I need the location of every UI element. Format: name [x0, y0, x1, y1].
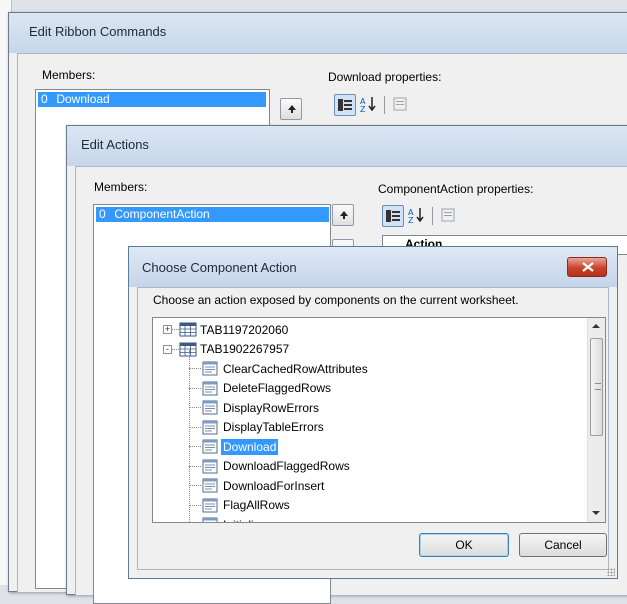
tree-connector-line: [189, 407, 201, 408]
tree-vertical-scrollbar[interactable]: [587, 318, 605, 522]
resize-grip-icon[interactable]: [607, 568, 615, 576]
tree-connector-line: [172, 348, 179, 350]
ribbon-move-up-button[interactable]: [280, 98, 302, 120]
property-pages-icon: [441, 208, 455, 222]
tree-item-label: Initialize: [221, 517, 268, 522]
tree-node[interactable]: - TAB1902267957: [163, 340, 291, 359]
tree-connector-line: [189, 465, 201, 467]
actions-properties-label: ComponentAction properties:: [378, 182, 534, 196]
tree-item-label: TAB1197202060: [200, 322, 289, 337]
choose-component-action-dialog: Choose Component Action Choose an action…: [128, 246, 618, 579]
tree-item-label: Download: [221, 438, 279, 455]
tree-connector-line: [172, 329, 179, 330]
toolbar-separator: [432, 207, 433, 225]
tree-item-label: DownloadForInsert: [223, 478, 325, 493]
alphabetical-view-button[interactable]: A Z: [406, 205, 428, 227]
tree-leaf-item[interactable]: DisplayTableErrors: [189, 418, 326, 437]
categorized-icon: [386, 210, 400, 222]
choose-instruction: Choose an action exposed by components o…: [153, 293, 519, 307]
tree-connector-line: [189, 350, 190, 522]
cancel-button[interactable]: Cancel: [519, 533, 607, 557]
grip-icon: [595, 383, 601, 390]
property-pages-button[interactable]: [390, 94, 412, 116]
choose-titlebar: Choose Component Action: [129, 247, 617, 287]
up-arrow-icon: [340, 211, 348, 219]
categorized-view-button[interactable]: [382, 205, 404, 227]
scrollbar-thumb[interactable]: [590, 338, 603, 436]
action-icon: [202, 498, 218, 512]
ribbon-property-toolbar: A Z: [334, 94, 424, 116]
close-button[interactable]: [567, 257, 607, 277]
tree-leaf-item[interactable]: Initialize: [189, 515, 268, 522]
tree-item-label: ClearCachedRowAttributes: [223, 361, 368, 376]
categorized-view-button[interactable]: [334, 94, 356, 116]
tree-leaf-item[interactable]: Download: [189, 437, 279, 456]
tree-item-label: DeleteFlaggedRows: [223, 381, 332, 396]
action-icon: [202, 400, 218, 415]
tree-leaf-item[interactable]: DisplayRowErrors: [189, 398, 321, 417]
tree-item-label: DisplayRowErrors: [223, 400, 320, 415]
tree-leaf-item[interactable]: DownloadForInsert: [189, 476, 326, 495]
action-icon: [202, 381, 218, 395]
up-arrow-icon: [288, 105, 296, 113]
member-index: 0: [41, 92, 48, 106]
scroll-down-arrow-icon[interactable]: [592, 511, 600, 515]
choose-dialog-title: Choose Component Action: [142, 260, 297, 275]
alphabetical-view-button[interactable]: A Z: [358, 94, 380, 116]
tree-leaf-item[interactable]: DownloadFlaggedRows: [189, 457, 352, 476]
ribbon-members-label: Members:: [42, 68, 96, 82]
member-name: Download: [56, 92, 110, 106]
svg-text:Z: Z: [360, 105, 366, 114]
categorized-icon: [338, 99, 352, 111]
member-name: ComponentAction: [114, 207, 210, 221]
tree-leaf-item[interactable]: ClearCachedRowAttributes: [189, 359, 370, 378]
tree-item-label: DownloadFlaggedRows: [223, 459, 350, 474]
component-action-tree[interactable]: + TAB1197202060 - TAB1902267957 ClearCachedR…: [152, 317, 606, 523]
collapse-icon[interactable]: -: [163, 344, 172, 354]
action-icon: [202, 439, 218, 454]
ribbon-properties-label: Download properties:: [328, 70, 442, 84]
close-icon: [582, 262, 594, 272]
actions-dialog-title: Edit Actions: [81, 137, 149, 152]
property-pages-icon: [393, 97, 407, 111]
property-pages-button[interactable]: [438, 205, 460, 227]
tree-connector-line: [189, 368, 201, 369]
tree-connector-line: [189, 387, 201, 389]
ribbon-member-row[interactable]: 0 Download: [38, 92, 266, 107]
action-icon: [202, 361, 218, 376]
tree-connector-line: [189, 504, 201, 506]
table-icon: [179, 322, 197, 337]
actions-titlebar: Edit Actions: [67, 126, 627, 166]
action-icon: [202, 517, 218, 522]
svg-text:Z: Z: [408, 216, 414, 225]
member-index: 0: [99, 207, 106, 221]
tree-leaf-item[interactable]: FlagAllRows: [189, 496, 292, 515]
actions-members-label: Members:: [94, 180, 148, 194]
tree-connector-line: [189, 426, 201, 428]
tree-connector-line: [189, 485, 201, 486]
ribbon-dialog-title: Edit Ribbon Commands: [29, 24, 167, 39]
action-icon: [202, 459, 218, 473]
scroll-up-arrow-icon[interactable]: [592, 324, 600, 328]
actions-move-up-button[interactable]: [332, 204, 354, 226]
tree-connector-line: [189, 446, 201, 447]
toolbar-separator: [384, 96, 385, 114]
action-icon: [202, 478, 218, 493]
expand-icon[interactable]: +: [163, 325, 172, 334]
tree-node[interactable]: + TAB1197202060: [163, 320, 290, 339]
action-icon: [202, 420, 218, 434]
ribbon-titlebar: Edit Ribbon Commands: [9, 13, 627, 53]
ok-button[interactable]: OK: [419, 533, 509, 557]
actions-property-toolbar: A Z: [382, 205, 472, 227]
tree-item-label: DisplayTableErrors: [223, 420, 324, 435]
tree-leaf-item[interactable]: DeleteFlaggedRows: [189, 379, 333, 398]
table-icon: [179, 342, 197, 356]
tree-item-label: FlagAllRows: [223, 498, 290, 513]
actions-member-row[interactable]: 0 ComponentAction: [96, 207, 329, 222]
sort-az-icon: A Z: [360, 97, 376, 114]
sort-az-icon: A Z: [408, 208, 424, 225]
tree-item-label: TAB1902267957: [200, 342, 290, 357]
